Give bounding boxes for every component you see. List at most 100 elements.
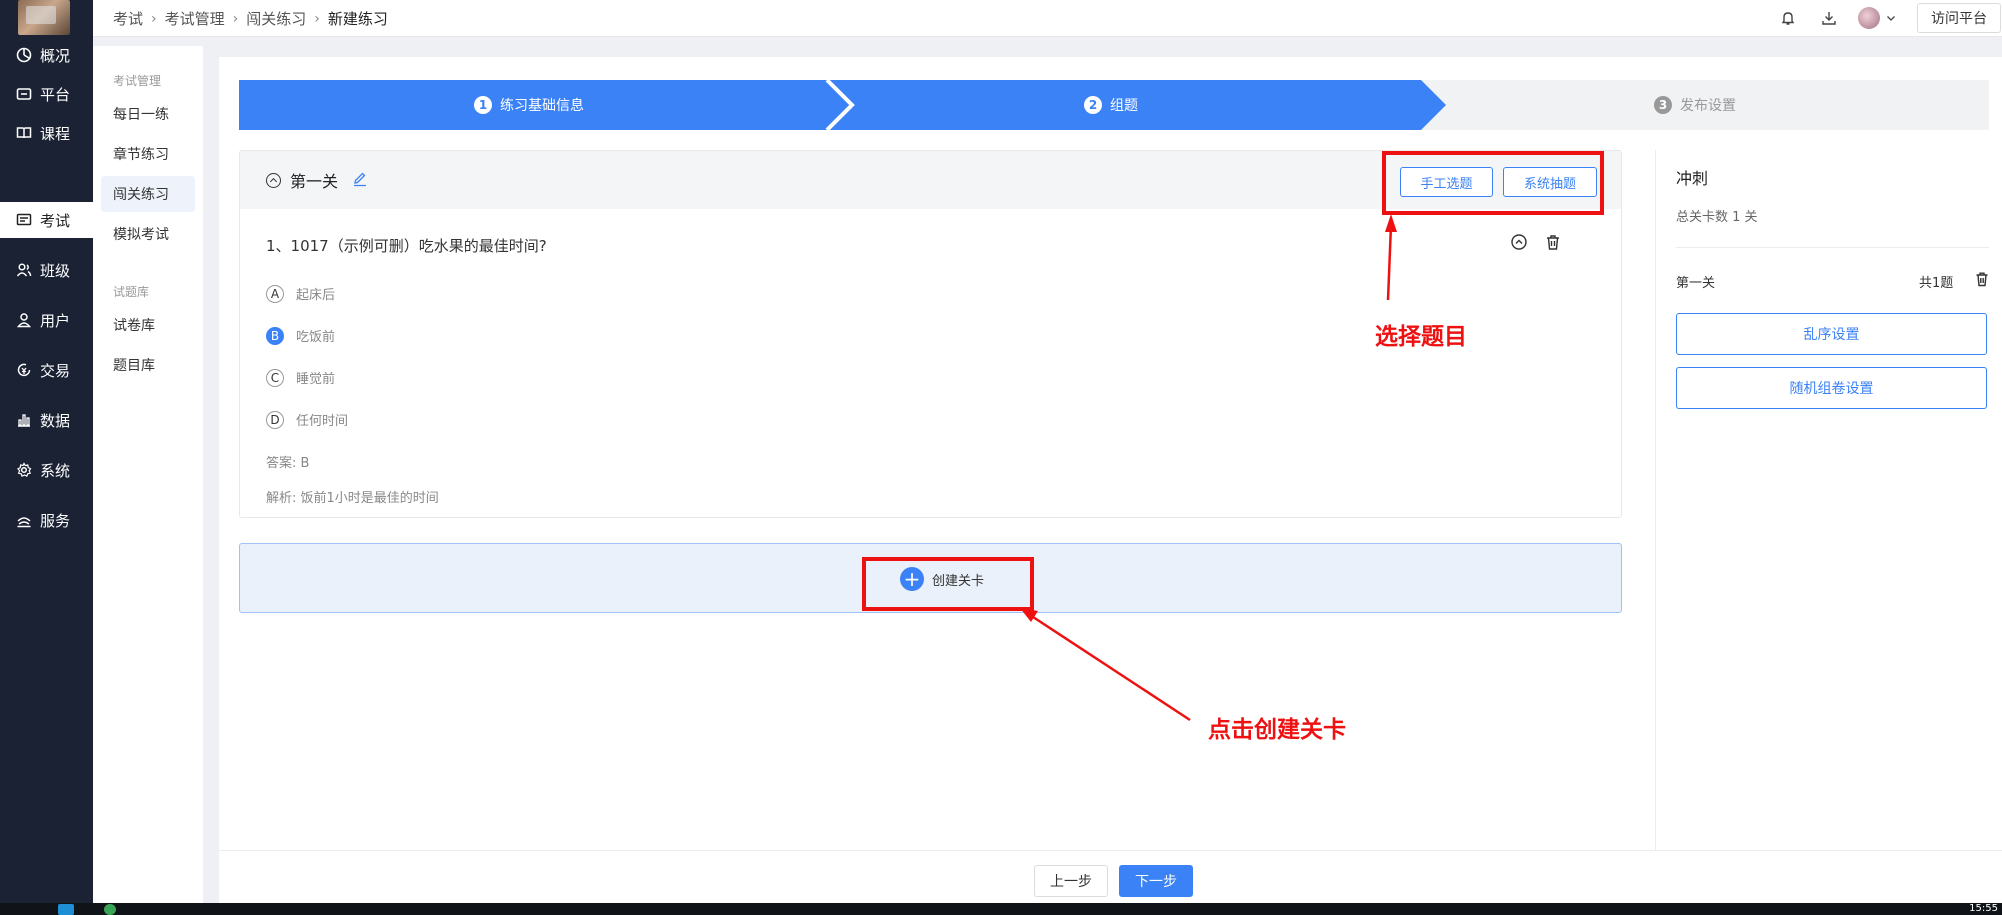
analysis-text: 解析: 饭前1小时是最佳的时间 xyxy=(266,491,439,506)
step-number: 3 xyxy=(1654,96,1672,114)
sidebar-item-trade[interactable]: 交易 xyxy=(0,352,93,388)
annotation-click-create: 点击创建关卡 xyxy=(1208,716,1346,743)
breadcrumb-item[interactable]: 考试 xyxy=(113,8,143,29)
dashboard-icon xyxy=(15,46,33,64)
sidebar-item-label: 平台 xyxy=(40,85,71,104)
shuffle-settings-button[interactable]: 乱序设置 xyxy=(1676,313,1987,355)
sidebar-item-label: 数据 xyxy=(40,411,71,430)
answer-text: 答案: B xyxy=(266,456,310,471)
step-label: 组题 xyxy=(1110,98,1138,114)
random-paper-settings-button[interactable]: 随机组卷设置 xyxy=(1676,367,1987,409)
top-header: 考试 › 考试管理 › 闯关练习 › 新建练习 访问平台 xyxy=(93,0,2002,37)
next-step-button[interactable]: 下一步 xyxy=(1119,865,1193,897)
chevron-down-icon[interactable] xyxy=(1884,8,1898,28)
option-text: 吃饭前 xyxy=(296,330,336,345)
main-panel: 1 练习基础信息 2 组题 3 发布设置 第一关 手工选题 系统抽题 1、101… xyxy=(219,57,2002,903)
sidebar-item-label: 用户 xyxy=(40,311,71,330)
visit-platform-button[interactable]: 访问平台 xyxy=(1917,3,2001,33)
step-2[interactable]: 2 组题 xyxy=(1084,80,1138,130)
footer-divider xyxy=(219,850,2002,851)
collapse-icon[interactable] xyxy=(266,173,281,188)
chart-icon xyxy=(15,411,33,429)
breadcrumb-item[interactable]: 闯关练习 xyxy=(246,8,306,29)
sidebar-item-platform[interactable]: 平台 xyxy=(0,76,93,112)
edit-icon[interactable] xyxy=(352,171,368,187)
user-icon xyxy=(15,311,33,329)
option-letter: C xyxy=(266,368,284,387)
sidebar-item-service[interactable]: 服务 xyxy=(0,502,93,538)
sidebar-item-system[interactable]: 系统 xyxy=(0,452,93,488)
right-level-count: 共1题 xyxy=(1919,276,1954,291)
option-c[interactable]: C 睡觉前 xyxy=(266,368,335,387)
annotation-box-create-level xyxy=(862,557,1034,611)
question-text: 1、1017（示例可删）吃水果的最佳时间? xyxy=(266,237,547,255)
taskbar-app-icon[interactable] xyxy=(58,904,74,915)
avatar[interactable] xyxy=(1858,7,1880,29)
sidebar-item-exam[interactable]: 考试 xyxy=(0,202,93,238)
total-levels-text: 总关卡数 1 关 xyxy=(1676,210,1758,225)
delete-question-icon[interactable] xyxy=(1544,233,1562,251)
right-panel-title: 冲刺 xyxy=(1676,169,1709,188)
subnav-item-question-bank[interactable]: 题目库 xyxy=(101,347,195,383)
trade-icon xyxy=(15,361,33,379)
subnav-group-label: 考试管理 xyxy=(113,74,162,88)
taskbar-clock: 15:55 xyxy=(1969,903,1998,914)
stepper: 1 练习基础信息 2 组题 3 发布设置 xyxy=(239,80,1989,130)
sidebar-item-course[interactable]: 课程 xyxy=(0,115,93,151)
divider xyxy=(1676,247,1989,248)
prev-step-button[interactable]: 上一步 xyxy=(1034,865,1108,897)
step-3[interactable]: 3 发布设置 xyxy=(1654,80,1736,130)
option-b[interactable]: B 吃饭前 xyxy=(266,326,335,345)
sidebar-item-label: 概况 xyxy=(40,46,71,65)
download-icon[interactable] xyxy=(1819,8,1839,28)
sidebar-item-label: 服务 xyxy=(40,511,71,530)
class-icon xyxy=(15,261,33,279)
sidebar-item-data[interactable]: 数据 xyxy=(0,402,93,438)
gear-icon xyxy=(15,461,33,479)
chevron-right-icon: › xyxy=(232,10,239,27)
option-text: 睡觉前 xyxy=(296,372,336,387)
sidebar-item-overview[interactable]: 概况 xyxy=(0,37,93,73)
sidebar-item-label: 系统 xyxy=(40,461,71,480)
option-letter: B xyxy=(266,326,284,345)
subnav-item-chapter[interactable]: 章节练习 xyxy=(101,136,195,172)
step-label: 练习基础信息 xyxy=(500,98,584,114)
sidebar-item-label: 考试 xyxy=(40,211,71,230)
step-label: 发布设置 xyxy=(1680,98,1736,114)
sidebar-item-class[interactable]: 班级 xyxy=(0,252,93,288)
bell-icon[interactable] xyxy=(1778,8,1798,28)
breadcrumb: 考试 › 考试管理 › 闯关练习 › 新建练习 xyxy=(113,8,388,29)
breadcrumb-item[interactable]: 考试管理 xyxy=(165,8,225,29)
subnav-item-mock-exam[interactable]: 模拟考试 xyxy=(101,216,195,252)
service-icon xyxy=(15,511,33,529)
subnav-item-daily[interactable]: 每日一练 xyxy=(101,96,195,132)
option-a[interactable]: A 起床后 xyxy=(266,284,335,303)
step-number: 2 xyxy=(1084,96,1102,114)
sidebar-item-label: 交易 xyxy=(40,361,71,380)
taskbar-app-icon[interactable] xyxy=(104,904,116,915)
sidebar-item-label: 课程 xyxy=(40,124,71,143)
logo[interactable] xyxy=(18,0,70,35)
annotation-box-select-question xyxy=(1382,151,1604,215)
level-title: 第一关 xyxy=(290,172,339,191)
option-letter: A xyxy=(266,284,284,303)
step-1[interactable]: 1 练习基础信息 xyxy=(474,80,584,130)
option-d[interactable]: D 任何时间 xyxy=(266,410,348,429)
subnav-item-paper-bank[interactable]: 试卷库 xyxy=(101,307,195,343)
collapse-question-icon[interactable] xyxy=(1510,233,1528,251)
breadcrumb-current: 新建练习 xyxy=(327,10,388,28)
exam-icon xyxy=(15,211,33,229)
subnav-group-label: 试题库 xyxy=(113,285,150,299)
platform-icon xyxy=(15,85,33,103)
panel-divider xyxy=(1655,150,1656,850)
subnav-item-level-practice[interactable]: 闯关练习 xyxy=(101,176,195,212)
trash-icon[interactable] xyxy=(1974,271,1990,287)
step-number: 1 xyxy=(474,96,492,114)
sidebar-item-user[interactable]: 用户 xyxy=(0,302,93,338)
right-level-name: 第一关 xyxy=(1676,276,1716,291)
option-text: 起床后 xyxy=(296,288,336,303)
secondary-sidebar: 考试管理 每日一练 章节练习 闯关练习 模拟考试 试题库 试卷库 题目库 xyxy=(93,46,203,903)
option-text: 任何时间 xyxy=(296,414,349,429)
sidebar-item-label: 班级 xyxy=(40,261,71,280)
book-icon xyxy=(15,124,33,142)
